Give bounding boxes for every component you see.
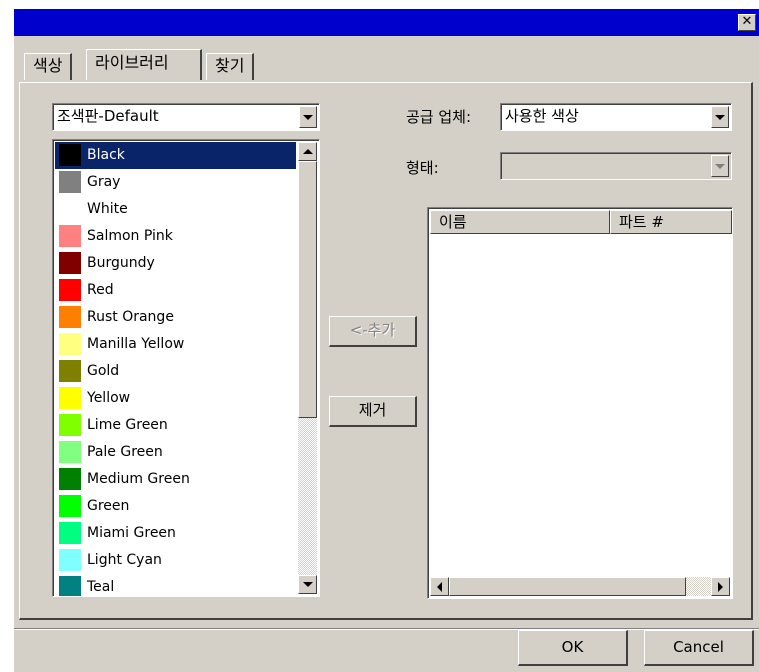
close-button[interactable]: ✕ — [738, 14, 756, 31]
tab-find[interactable]: 찾기 — [206, 53, 255, 80]
tab-colors[interactable]: 색상 — [24, 53, 73, 80]
tab-library[interactable]: 라이브러리 — [86, 49, 202, 80]
ok-button[interactable]: OK — [518, 630, 628, 666]
color-dialog: ✕ 색상 라이브러리 찾기 조색판-Default Teal Light Cyan… — [13, 8, 759, 672]
cancel-button[interactable]: Cancel — [644, 630, 754, 666]
title-bar: ✕ — [14, 9, 759, 36]
tab-panel — [19, 82, 753, 620]
